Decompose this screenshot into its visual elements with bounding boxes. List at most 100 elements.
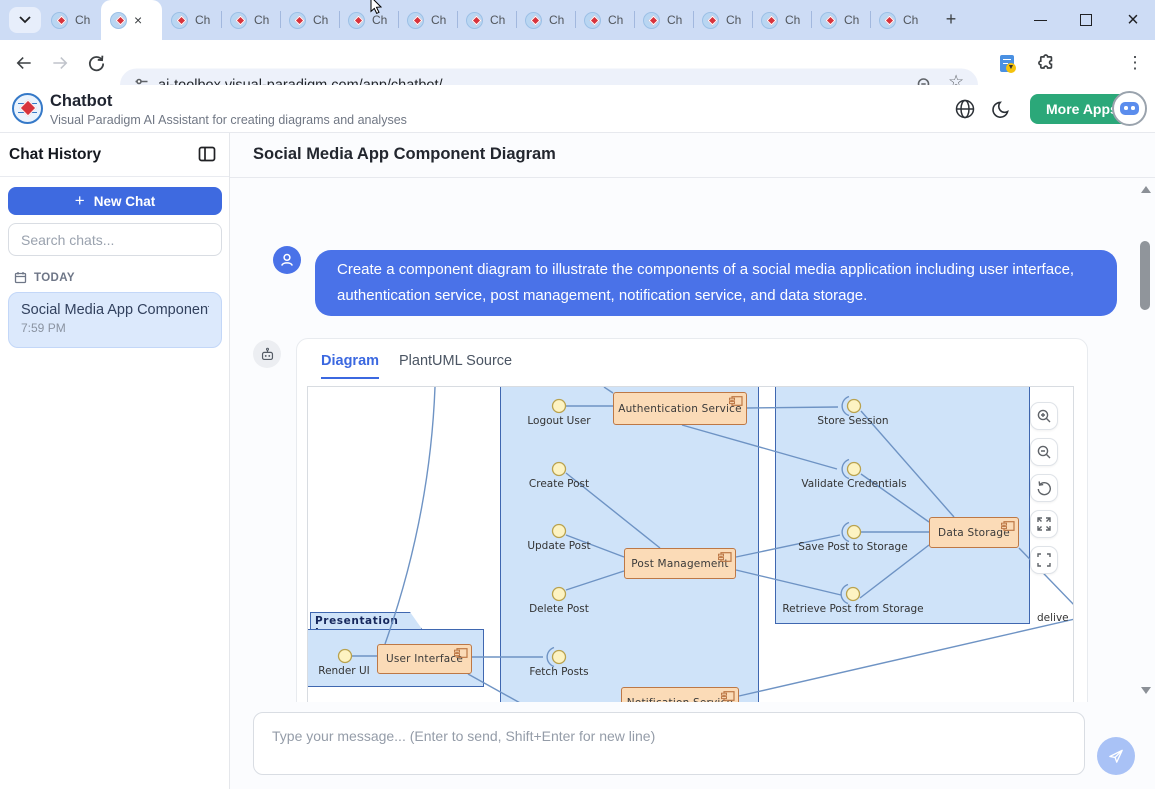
fit-screen-icon bbox=[1036, 552, 1052, 568]
browser-tab[interactable]: Ch bbox=[221, 0, 280, 40]
component-authentication-service[interactable]: Authentication Service bbox=[613, 392, 747, 425]
browser-tab[interactable]: Ch bbox=[752, 0, 811, 40]
site-favicon-icon bbox=[584, 12, 601, 29]
user-avatar bbox=[273, 246, 301, 274]
answer-card: Diagram PlantUML Source Presentation Lay… bbox=[296, 338, 1088, 702]
tab-title: Ch bbox=[726, 13, 741, 27]
vp-diamond-icon bbox=[236, 15, 246, 25]
forward-button[interactable] bbox=[48, 51, 72, 75]
site-favicon-icon bbox=[879, 12, 896, 29]
expand-button[interactable] bbox=[1030, 510, 1058, 538]
calendar-icon bbox=[14, 271, 27, 284]
collapse-sidebar-button[interactable] bbox=[198, 146, 216, 167]
new-chat-button[interactable]: + New Chat bbox=[8, 187, 222, 215]
component-icon bbox=[729, 396, 743, 406]
new-tab-button[interactable]: + bbox=[938, 8, 964, 32]
component-label: User Interface bbox=[386, 653, 463, 665]
visual-paradigm-logo bbox=[12, 93, 43, 124]
vp-diamond-icon bbox=[472, 15, 482, 25]
tab-close-icon[interactable]: × bbox=[134, 13, 142, 27]
search-chats-input[interactable] bbox=[8, 223, 222, 256]
component-user-interface[interactable]: User Interface bbox=[377, 644, 472, 674]
chatbot-avatar-button[interactable] bbox=[1112, 91, 1147, 126]
component-data-storage[interactable]: Data Storage bbox=[929, 517, 1019, 548]
component-icon bbox=[721, 691, 735, 701]
zoom-out-icon bbox=[1036, 444, 1052, 460]
reading-mode-button[interactable]: ▼ bbox=[995, 51, 1019, 75]
tab-plantuml-source[interactable]: PlantUML Source bbox=[399, 353, 512, 369]
diagram-viewport[interactable]: Presentation Layer bbox=[307, 386, 1074, 702]
chat-scrollbar[interactable] bbox=[1136, 178, 1155, 702]
page-title: Social Media App Component Diagram bbox=[253, 145, 556, 164]
back-button[interactable] bbox=[12, 51, 36, 75]
bot-avatar bbox=[253, 340, 281, 368]
back-arrow-icon bbox=[14, 53, 34, 73]
minimize-icon bbox=[1034, 20, 1047, 21]
browser-window: Ch×ChChChChChChChChChChChChCh + × ai-too… bbox=[0, 0, 1155, 789]
reset-icon bbox=[1036, 480, 1052, 496]
moon-icon bbox=[991, 99, 1011, 119]
site-favicon-icon bbox=[110, 12, 127, 29]
globe-icon bbox=[954, 98, 976, 120]
window-close-button[interactable]: × bbox=[1111, 0, 1155, 40]
vp-diamond-icon bbox=[767, 15, 777, 25]
language-button[interactable] bbox=[954, 98, 976, 125]
browser-tab[interactable]: Ch bbox=[398, 0, 457, 40]
panel-toggle-icon bbox=[198, 146, 216, 162]
reload-icon bbox=[87, 54, 106, 73]
browser-tab[interactable]: Ch bbox=[634, 0, 693, 40]
browser-tab[interactable]: Ch bbox=[457, 0, 516, 40]
message-input[interactable] bbox=[253, 712, 1085, 775]
site-favicon-icon bbox=[820, 12, 837, 29]
conversation-header: Social Media App Component Diagram bbox=[230, 133, 1155, 178]
browser-tab[interactable]: Ch bbox=[280, 0, 339, 40]
tab-title: Ch bbox=[903, 13, 918, 27]
component-label: Data Storage bbox=[938, 527, 1010, 539]
mouse-cursor bbox=[370, 0, 384, 14]
component-notification-service[interactable]: Notification Service bbox=[621, 687, 739, 702]
fit-screen-button[interactable] bbox=[1030, 546, 1058, 574]
browser-tab[interactable]: Ch bbox=[693, 0, 752, 40]
browser-tab[interactable]: Ch bbox=[870, 0, 929, 40]
person-icon bbox=[279, 252, 295, 268]
zoom-out-button[interactable] bbox=[1030, 438, 1058, 466]
site-favicon-icon bbox=[51, 12, 68, 29]
browser-tab[interactable]: Ch bbox=[339, 0, 398, 40]
scroll-up-arrow[interactable] bbox=[1141, 186, 1151, 193]
browser-tab[interactable]: × bbox=[101, 0, 162, 40]
reading-mode-icon: ▼ bbox=[1000, 55, 1014, 72]
dark-mode-button[interactable] bbox=[991, 99, 1011, 124]
interface-create-post: Create Post bbox=[529, 478, 589, 490]
sidebar: Chat History + New Chat TODAY Social Med… bbox=[0, 133, 230, 789]
tab-diagram[interactable]: Diagram bbox=[321, 353, 379, 379]
window-minimize-button[interactable] bbox=[1018, 0, 1062, 40]
scroll-down-arrow[interactable] bbox=[1141, 687, 1151, 694]
browser-menu-button[interactable]: ⋮ bbox=[1123, 51, 1147, 75]
browser-tab[interactable]: Ch bbox=[811, 0, 870, 40]
browser-tab[interactable]: Ch bbox=[516, 0, 575, 40]
zoom-in-button[interactable] bbox=[1030, 402, 1058, 430]
vp-diamond-icon bbox=[649, 15, 659, 25]
chevron-down-icon bbox=[19, 16, 31, 24]
chat-history-item[interactable]: Social Media App Component ... 7:59 PM bbox=[8, 292, 222, 348]
tab-search-button[interactable] bbox=[9, 7, 41, 33]
send-button[interactable] bbox=[1097, 737, 1135, 775]
reset-view-button[interactable] bbox=[1030, 474, 1058, 502]
window-maximize-button[interactable] bbox=[1064, 0, 1108, 40]
browser-tab[interactable]: Ch bbox=[162, 0, 221, 40]
reload-button[interactable] bbox=[84, 51, 108, 75]
tab-strip: Ch×ChChChChChChChChChChChChCh + × bbox=[0, 0, 1155, 40]
tab-title: Ch bbox=[195, 13, 210, 27]
vp-diamond-icon bbox=[116, 15, 126, 25]
app-header: Chatbot Visual Paradigm AI Assistant for… bbox=[0, 85, 1155, 133]
browser-tab[interactable]: Ch bbox=[42, 0, 101, 40]
section-label: TODAY bbox=[34, 272, 75, 284]
browser-tab[interactable]: Ch bbox=[575, 0, 634, 40]
interface-fetch-posts: Fetch Posts bbox=[529, 666, 588, 678]
scrollbar-thumb[interactable] bbox=[1140, 241, 1150, 310]
component-post-management[interactable]: Post Management bbox=[624, 548, 736, 579]
new-chat-label: New Chat bbox=[94, 194, 156, 209]
extensions-button[interactable] bbox=[1033, 51, 1057, 75]
zoom-in-icon bbox=[1036, 408, 1052, 424]
site-favicon-icon bbox=[643, 12, 660, 29]
